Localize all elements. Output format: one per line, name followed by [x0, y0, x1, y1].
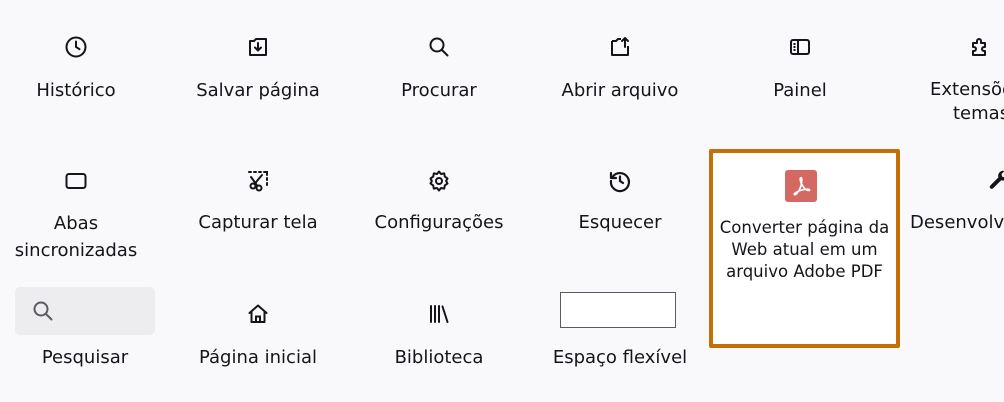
- save-page-icon: [244, 33, 272, 61]
- adobe-pdf-icon: [785, 170, 817, 202]
- search-icon: [33, 301, 53, 321]
- converter-pdf-button[interactable]: Converter página da Web atual em um arqu…: [709, 149, 900, 348]
- clock-icon: [62, 33, 90, 61]
- extensoes-label-line1: Extensõe: [930, 79, 1004, 100]
- library-icon: [425, 300, 453, 328]
- flexible-space-preview[interactable]: [560, 292, 676, 328]
- painel-label: Painel: [773, 80, 827, 101]
- synced-tabs-icon: [62, 167, 90, 195]
- procurar-label: Procurar: [401, 80, 477, 101]
- history-reset-icon: [606, 167, 634, 195]
- search-field[interactable]: [15, 287, 155, 335]
- search-icon: [425, 33, 453, 61]
- abas-sincronizadas-label: Abas sincronizadas: [0, 210, 161, 264]
- configuracoes-label: Configurações: [374, 212, 504, 233]
- salvar-pagina-label: Salvar página: [196, 80, 320, 101]
- sidebar-icon: [786, 33, 814, 61]
- pagina-inicial-label: Página inicial: [198, 347, 317, 368]
- espaco-flexivel-label: Espaço flexível: [552, 347, 688, 368]
- biblioteca-label: Biblioteca: [394, 347, 484, 368]
- puzzle-icon: [966, 33, 994, 61]
- abas-label-line1: Abas: [53, 213, 99, 234]
- screenshot-icon: [244, 167, 272, 195]
- abrir-arquivo-label: Abrir arquivo: [561, 80, 679, 101]
- pesquisar-label: Pesquisar: [41, 347, 129, 368]
- desenvolvimento-label: Desenvolvi: [910, 212, 1004, 233]
- gear-icon: [425, 167, 453, 195]
- home-icon: [244, 300, 272, 328]
- esquecer-label: Esquecer: [578, 212, 662, 233]
- abas-label-line2: sincronizadas: [14, 240, 138, 261]
- extensoes-temas-label: Extensõe temas: [930, 78, 1004, 126]
- converter-label-line2: Web atual em um: [731, 240, 878, 259]
- converter-pdf-label: Converter página da Web atual em um arqu…: [713, 217, 896, 283]
- converter-label-line3: arquivo Adobe PDF: [726, 262, 883, 281]
- converter-label-line1: Converter página da: [719, 218, 890, 237]
- capturar-tela-label: Capturar tela: [198, 212, 318, 233]
- historico-label: Histórico: [36, 80, 116, 101]
- extensoes-label-line2: temas: [953, 103, 1004, 124]
- open-file-icon: [606, 33, 634, 61]
- wrench-icon: [985, 167, 1004, 195]
